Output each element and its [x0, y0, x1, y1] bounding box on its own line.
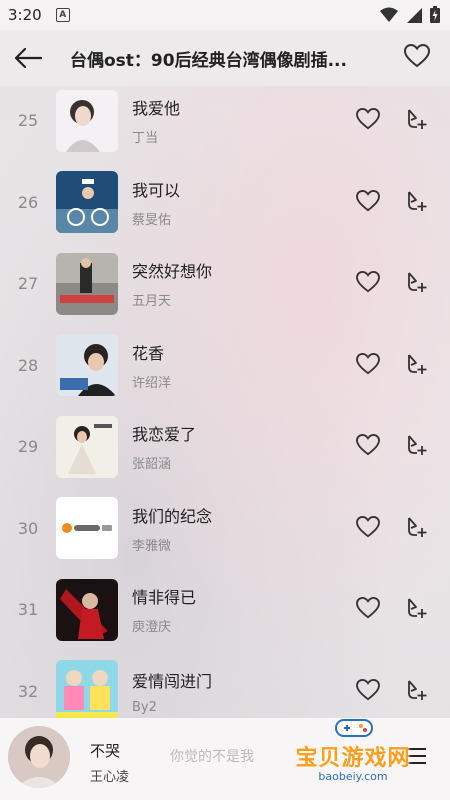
status-time: 3:20 [8, 6, 42, 24]
song-title: 我爱他 [132, 99, 181, 119]
like-button[interactable] [356, 515, 380, 542]
like-button[interactable] [356, 596, 380, 623]
song-row[interactable]: 25 我爱他 丁当 [0, 86, 450, 162]
add-to-playlist-icon [408, 272, 427, 292]
song-row[interactable]: 29 我恋爱了 张韶涵 [0, 406, 450, 488]
status-bar: 3:20 A [0, 0, 450, 30]
heart-outline-icon [356, 270, 380, 293]
add-to-playlist-button[interactable] [406, 190, 428, 216]
song-index: 27 [17, 274, 39, 294]
song-index: 32 [17, 681, 39, 701]
like-button[interactable] [356, 678, 380, 705]
battery-icon [430, 6, 440, 23]
watermark-text: 宝贝游戏网 [295, 746, 411, 771]
heart-outline-icon [356, 515, 380, 537]
song-artist: 丁当 [132, 131, 159, 147]
album-cover [56, 660, 118, 718]
song-artist: 蔡旻佑 [132, 212, 172, 228]
favorite-playlist-button[interactable] [403, 43, 431, 72]
add-to-playlist-icon [408, 190, 427, 211]
song-artist: 张韶涵 [132, 457, 172, 473]
add-to-playlist-icon [408, 353, 427, 374]
add-to-playlist-button[interactable] [406, 434, 428, 460]
notification-icon: A [55, 8, 70, 22]
like-button[interactable] [356, 107, 380, 134]
song-row[interactable]: 30 我们的纪念 李雅微 [0, 488, 450, 570]
song-row[interactable]: 28 花香 许绍洋 [0, 325, 450, 407]
heart-outline-icon [356, 107, 380, 130]
add-to-playlist-icon [408, 109, 427, 129]
album-cover [56, 89, 118, 152]
status-icons [380, 6, 440, 23]
heart-outline-icon [403, 43, 431, 68]
song-title: 我恋爱了 [132, 425, 197, 445]
song-row[interactable]: 27 突然好想你 五月天 [0, 243, 450, 325]
signal-icon [407, 7, 422, 23]
arrow-left-icon [14, 47, 42, 69]
like-button[interactable] [356, 270, 380, 297]
add-to-playlist-button[interactable] [406, 353, 428, 379]
song-title: 我们的纪念 [132, 506, 213, 526]
add-to-playlist-icon [408, 598, 427, 618]
song-artist: 李雅微 [132, 538, 172, 554]
song-title: 突然好想你 [132, 262, 213, 282]
song-artist: 庾澄庆 [132, 620, 172, 636]
heart-outline-icon [356, 433, 380, 456]
watermark-url: baobeiy.com [318, 770, 388, 783]
add-to-playlist-button[interactable] [406, 271, 428, 297]
add-to-playlist-button[interactable] [406, 108, 428, 134]
heart-outline-icon [356, 596, 380, 619]
song-list[interactable]: 25 我爱他 丁当 26 我可以 蔡旻佑 27 突然好想你 五月天 28 花香 … [0, 86, 450, 718]
heart-outline-icon [356, 678, 380, 700]
song-title: 我可以 [132, 180, 181, 200]
song-row[interactable]: 26 我可以 蔡旻佑 [0, 162, 450, 244]
watermark-logo: 宝贝游戏网 baobeiy.com [278, 716, 438, 792]
page-title: 台偶ost：90后经典台湾偶像剧插... [70, 50, 347, 71]
song-index: 28 [17, 355, 39, 375]
add-to-playlist-button[interactable] [406, 679, 428, 705]
song-title: 花香 [132, 343, 165, 363]
now-playing-artist: 王心凌 [90, 770, 130, 785]
song-title: 情非得已 [132, 588, 197, 608]
song-artist: 许绍洋 [132, 375, 172, 391]
song-index: 30 [17, 518, 39, 538]
song-index: 26 [17, 192, 39, 212]
now-playing-lyric: 你觉的不是我 [170, 749, 254, 765]
song-artist: By2 [132, 699, 157, 715]
album-cover [56, 252, 118, 315]
back-button[interactable] [0, 30, 56, 86]
album-cover [56, 334, 118, 397]
add-to-playlist-button[interactable] [406, 597, 428, 623]
like-button[interactable] [356, 352, 380, 379]
add-to-playlist-icon [408, 679, 427, 700]
album-cover [56, 497, 118, 560]
song-row[interactable]: 32 爱情闯进门 By2 [0, 651, 450, 718]
now-playing-cover[interactable] [8, 726, 70, 788]
song-row[interactable]: 31 情非得已 庾澄庆 [0, 569, 450, 651]
now-playing-title: 不哭 [90, 742, 121, 760]
add-to-playlist-button[interactable] [406, 516, 428, 542]
song-artist: 五月天 [132, 294, 172, 310]
app-bar: 台偶ost：90后经典台湾偶像剧插... [0, 30, 450, 86]
heart-outline-icon [356, 189, 380, 211]
add-to-playlist-icon [408, 435, 427, 455]
song-index: 25 [17, 111, 39, 131]
song-index: 29 [17, 437, 39, 457]
add-to-playlist-icon [408, 516, 427, 537]
wifi-icon [380, 7, 398, 22]
like-button[interactable] [356, 189, 380, 216]
album-cover [56, 171, 118, 234]
song-title: 爱情闯进门 [132, 671, 213, 691]
heart-outline-icon [356, 352, 380, 374]
album-cover [56, 415, 118, 478]
gamepad-icon [335, 719, 373, 737]
like-button[interactable] [356, 433, 380, 460]
album-cover [56, 578, 118, 641]
song-index: 31 [17, 600, 39, 620]
